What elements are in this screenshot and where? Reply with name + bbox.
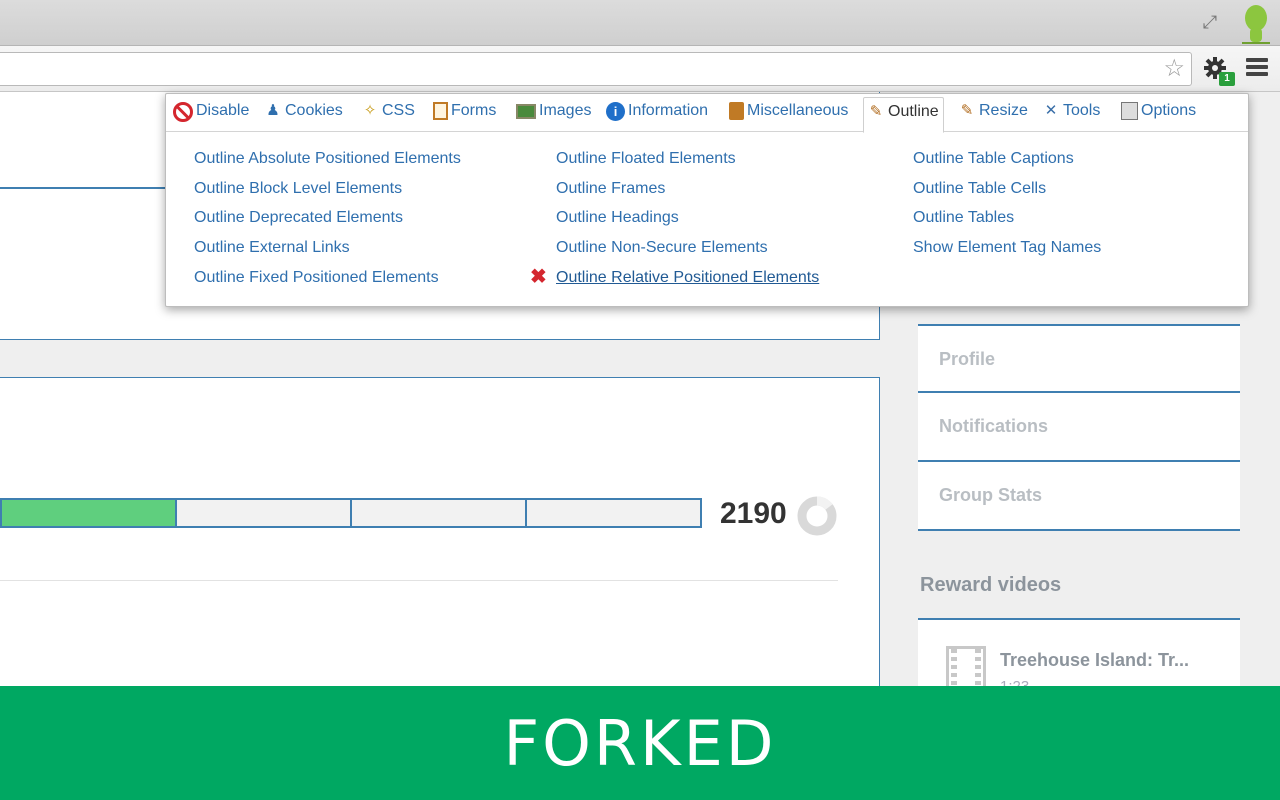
section-divider	[0, 580, 838, 581]
tab-disable[interactable]: Disable	[173, 102, 249, 132]
tab-label: Cookies	[285, 102, 343, 119]
extension-badge: 1	[1219, 72, 1235, 86]
tab-label: Miscellaneous	[747, 102, 849, 119]
menu-item-outline-headings[interactable]: Outline Headings	[556, 205, 819, 235]
menu-item-outline-table-captions[interactable]: Outline Table Captions	[913, 146, 1101, 176]
video-title[interactable]: Treehouse Island: Tr...	[1000, 650, 1189, 671]
profile-avatar[interactable]	[1242, 4, 1270, 44]
progress-segment	[525, 498, 702, 528]
fullscreen-icon[interactable]: ⤢	[1198, 10, 1222, 34]
sidebar-item-profile[interactable]: Profile	[918, 324, 1240, 393]
tab-label: Information	[628, 102, 709, 119]
images-icon	[516, 104, 536, 119]
cookie-icon: ♟	[266, 102, 280, 119]
tab-tools[interactable]: ✕ Tools	[1042, 102, 1101, 132]
tab-miscellaneous[interactable]: Miscellaneous	[729, 102, 848, 132]
forms-clipboard-icon	[433, 102, 448, 120]
tab-label: Images	[539, 102, 592, 119]
outline-options-column-2: Outline Floated Elements Outline Frames …	[556, 146, 819, 294]
address-bar[interactable]: ☆	[0, 52, 1192, 86]
film-icon	[946, 646, 986, 690]
tools-icon: ✕	[1044, 102, 1058, 119]
menu-item-outline-table-cells[interactable]: Outline Table Cells	[913, 176, 1101, 206]
menu-item-outline-frames[interactable]: Outline Frames	[556, 176, 819, 206]
sidebar-item-group-stats[interactable]: Group Stats	[918, 462, 1240, 531]
sidebar-nav: Profile Notifications Group Stats	[918, 324, 1240, 531]
css-wand-icon: ✧	[363, 102, 377, 119]
tab-label: Forms	[451, 102, 497, 119]
active-cross-icon: ✖	[530, 266, 547, 288]
outlined-block-bottom	[0, 377, 880, 707]
tab-label: Options	[1141, 102, 1197, 119]
tab-resize[interactable]: ✎ Resize	[958, 102, 1028, 132]
menu-item-outline-absolute[interactable]: Outline Absolute Positioned Elements	[194, 146, 461, 176]
information-icon: i	[606, 102, 625, 121]
tab-css[interactable]: ✧ CSS	[361, 102, 415, 132]
tab-cookies[interactable]: ♟ Cookies	[264, 102, 343, 132]
menu-item-outline-fixed[interactable]: Outline Fixed Positioned Elements	[194, 265, 461, 295]
browser-toolbar: ☆ 1	[0, 46, 1280, 92]
sidebar-item-notifications[interactable]: Notifications	[918, 393, 1240, 462]
tab-images[interactable]: Images	[516, 102, 591, 132]
menu-item-outline-external-links[interactable]: Outline External Links	[194, 235, 461, 265]
tab-forms[interactable]: Forms	[433, 102, 496, 132]
tab-outline[interactable]: ✎ Outline	[863, 97, 944, 133]
menu-item-outline-block-level[interactable]: Outline Block Level Elements	[194, 176, 461, 206]
progress-segment	[350, 498, 527, 528]
tab-label: Resize	[979, 102, 1028, 119]
window-titlebar: ⤢	[0, 0, 1280, 46]
tab-label: Outline	[888, 103, 939, 120]
progress-segment	[0, 498, 177, 528]
disable-icon	[173, 102, 193, 122]
web-developer-popup: Disable ♟ Cookies ✧ CSS Forms Images i I…	[165, 93, 1249, 307]
progress-segment	[175, 498, 352, 528]
tab-options[interactable]: Options	[1121, 102, 1196, 132]
menu-item-outline-relative[interactable]: Outline Relative Positioned Elements	[556, 265, 819, 295]
progress-ring-icon	[797, 496, 837, 536]
outline-options-column-1: Outline Absolute Positioned Elements Out…	[194, 146, 461, 294]
outline-pencil-icon: ✎	[869, 103, 883, 120]
menu-item-outline-deprecated[interactable]: Outline Deprecated Elements	[194, 205, 461, 235]
tab-label: CSS	[382, 102, 415, 119]
menu-item-show-tag-names[interactable]: Show Element Tag Names	[913, 235, 1101, 265]
tab-label: Tools	[1063, 102, 1101, 119]
popup-tab-bar: Disable ♟ Cookies ✧ CSS Forms Images i I…	[166, 94, 1248, 133]
outline-options-column-3: Outline Table Captions Outline Table Cel…	[913, 146, 1101, 265]
options-icon	[1121, 102, 1138, 120]
menu-item-outline-floated[interactable]: Outline Floated Elements	[556, 146, 819, 176]
tab-information[interactable]: i Information	[606, 102, 708, 132]
reward-videos-heading: Reward videos	[920, 574, 1062, 596]
tab-label: Disable	[196, 102, 250, 119]
resize-pencil-icon: ✎	[960, 102, 974, 119]
banner-text: FORKED	[503, 706, 777, 780]
menu-item-outline-non-secure[interactable]: Outline Non-Secure Elements	[556, 235, 819, 265]
bookmark-star-icon[interactable]: ☆	[1163, 56, 1185, 82]
points-progress-bar	[0, 498, 702, 528]
miscellaneous-icon	[729, 102, 744, 120]
points-total: 2190	[720, 497, 787, 530]
forked-banner: FORKED	[0, 686, 1280, 800]
menu-item-outline-tables[interactable]: Outline Tables	[913, 205, 1101, 235]
browser-menu-icon[interactable]	[1246, 58, 1268, 80]
